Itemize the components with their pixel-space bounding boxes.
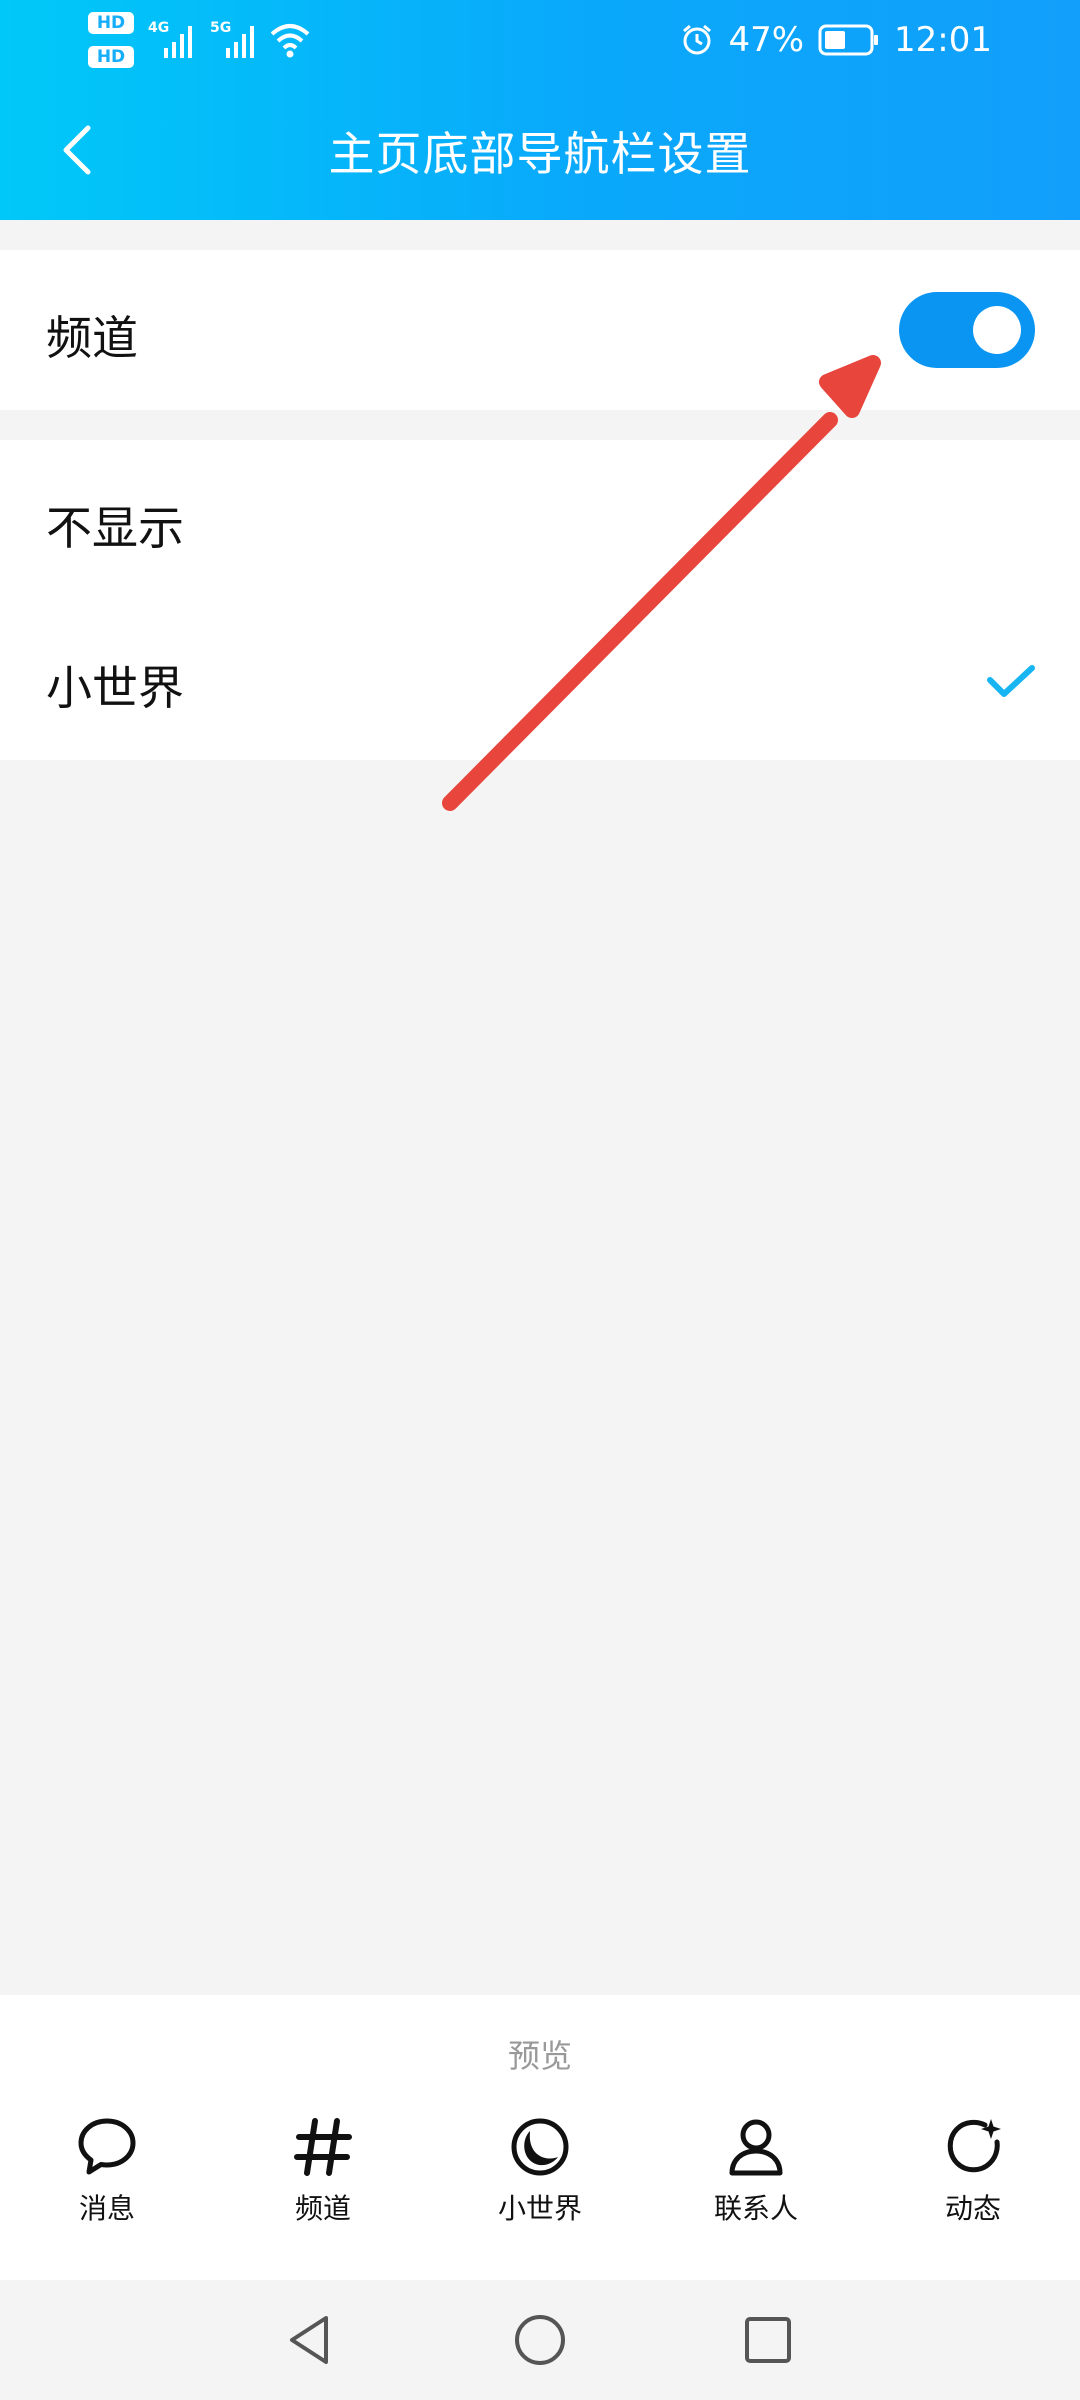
battery-icon bbox=[818, 24, 879, 56]
toggle-knob bbox=[973, 306, 1021, 354]
refresh-star-icon bbox=[947, 2119, 1001, 2173]
channel-label: 频道 bbox=[46, 311, 138, 365]
nav-label: 动态 bbox=[944, 2192, 1001, 2225]
nav-label: 联系人 bbox=[713, 2192, 798, 2225]
preview-nav-channel[interactable]: 频道 bbox=[243, 2115, 403, 2227]
hashtag-icon bbox=[294, 2118, 352, 2176]
home-circle-icon[interactable] bbox=[512, 2312, 568, 2368]
preview-nav-contacts[interactable]: 联系人 bbox=[676, 2115, 836, 2227]
small-world-icon bbox=[511, 2118, 569, 2176]
alarm-icon bbox=[683, 24, 712, 55]
header-bar: HD HD 4G 5G 47% 12:01 主页底部导航栏设置 bbox=[0, 0, 1080, 220]
hd-badge: HD bbox=[88, 46, 134, 68]
display-options-list: 不显示 小世界 bbox=[0, 440, 1080, 760]
nav-label: 小世界 bbox=[497, 2192, 582, 2225]
status-bar-right: 47% 12:01 bbox=[680, 16, 992, 64]
preview-label: 预览 bbox=[507, 2037, 572, 2075]
option-label: 不显示 bbox=[46, 501, 184, 555]
preview-section: 预览 消息 频道 小世界 联系人 动态 bbox=[0, 1995, 1080, 2280]
recents-square-icon[interactable] bbox=[740, 2312, 796, 2368]
signal-icon bbox=[164, 26, 192, 58]
option-hidden[interactable]: 不显示 bbox=[0, 440, 1080, 600]
checkmark-icon bbox=[987, 665, 1035, 697]
page-title: 主页底部导航栏设置 bbox=[328, 127, 752, 181]
signal-icon bbox=[226, 26, 254, 58]
clock: 12:01 bbox=[894, 20, 992, 60]
channel-toggle[interactable] bbox=[899, 292, 1035, 368]
nav-label: 频道 bbox=[294, 2192, 351, 2225]
channel-setting-row: 频道 bbox=[0, 250, 1080, 410]
system-navigation-bar bbox=[0, 2280, 1080, 2400]
battery-percentage: 47% bbox=[728, 20, 805, 60]
message-bubble-icon bbox=[78, 2118, 136, 2175]
preview-nav-messages[interactable]: 消息 bbox=[27, 2115, 187, 2227]
hd-badge: HD bbox=[88, 12, 134, 34]
preview-nav-moments[interactable]: 动态 bbox=[893, 2115, 1053, 2227]
nav-label: 消息 bbox=[78, 2192, 135, 2225]
option-label: 小世界 bbox=[46, 661, 184, 715]
preview-nav-small-world[interactable]: 小世界 bbox=[460, 2115, 620, 2227]
wifi-icon bbox=[270, 24, 310, 58]
back-triangle-icon[interactable] bbox=[282, 2312, 338, 2368]
option-small-world[interactable]: 小世界 bbox=[0, 600, 1080, 760]
contact-icon bbox=[729, 2119, 783, 2176]
